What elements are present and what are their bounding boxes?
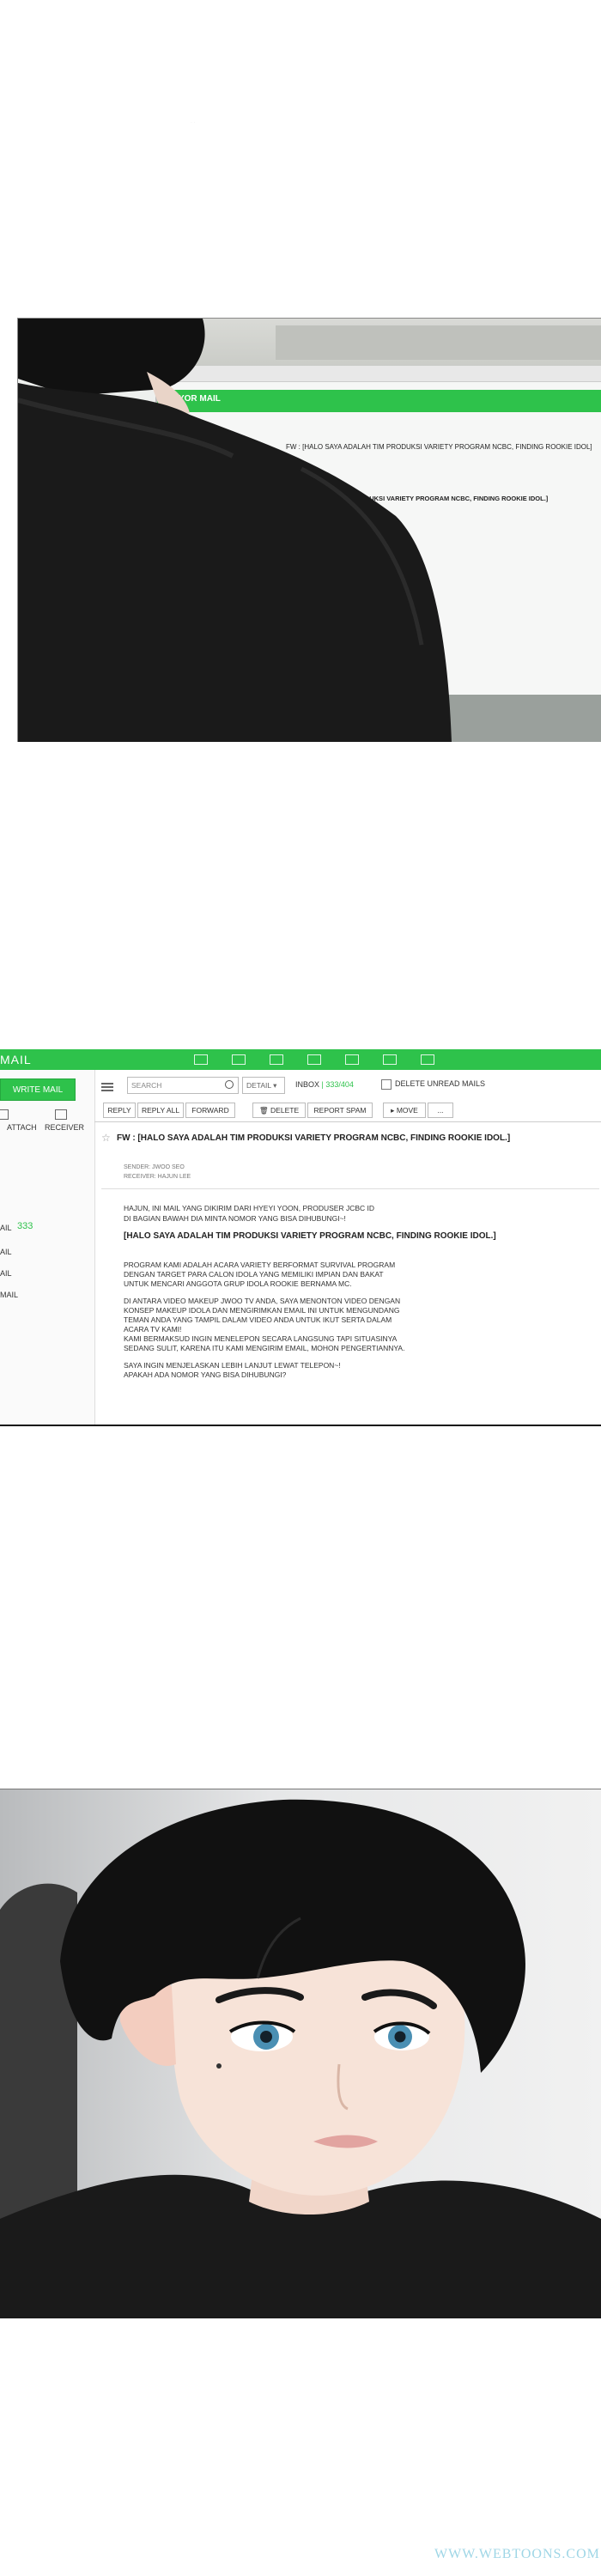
receiver-link[interactable]: RECEIVER: [45, 1123, 84, 1132]
email-body-line: ACARA TV KAMI!: [124, 1325, 182, 1334]
email-body-line: DI ANTARA VIDEO MAKEUP JWOO TV ANDA, SAY…: [124, 1297, 401, 1305]
folder-unread-count: 333: [17, 1221, 33, 1231]
search-input[interactable]: SEARCH: [127, 1077, 239, 1094]
mail-top-bar: MAIL: [0, 1049, 601, 1070]
email-body-line: UNTUK MENCARI ANGGOTA GRUP IDOLA ROOKIE …: [124, 1279, 352, 1288]
delete-label: DELETE: [270, 1106, 300, 1115]
email-body-title: [HALO SAYA ADALAH TIM PRODUKSI VARIETY P…: [124, 1231, 496, 1241]
folder-item[interactable]: AIL: [0, 1269, 12, 1278]
envelope-icon[interactable]: [194, 1054, 208, 1065]
webtoons-watermark: WWW.WEBTOONS.COM: [434, 2547, 600, 2561]
email-body-line: KAMI BERMAKSUD INGIN MENELEPON SECARA LA…: [124, 1334, 398, 1343]
calendar-icon[interactable]: [270, 1054, 283, 1065]
character-portrait-illustration: [0, 1799, 601, 2318]
reply-button[interactable]: REPLY: [103, 1103, 136, 1118]
email-sender: SENDER: JWOO SEO: [124, 1164, 185, 1170]
email-body-line: KONSEP MAKEUP IDOLA DAN MENGIRIMKAN EMAI…: [124, 1306, 400, 1315]
email-body-line: SAYA INGIN MENJELASKAN LEBIH LANJUT LEWA…: [124, 1361, 341, 1370]
cloud-icon[interactable]: [421, 1054, 434, 1065]
folder-item[interactable]: MAIL: [0, 1291, 18, 1299]
paperclip-icon[interactable]: [0, 1109, 9, 1120]
inbox-count: 333/404: [325, 1080, 354, 1089]
email-body-line: SEDANG SULIT, KARENA ITU KAMI MENGIRIM E…: [124, 1344, 405, 1352]
divider: [94, 1121, 601, 1122]
email-subject: FW : [HALO SAYA ADALAH TIM PRODUKSI VARI…: [117, 1133, 511, 1143]
inbox-label: INBOX: [295, 1080, 320, 1089]
detail-label: DETAIL: [246, 1081, 271, 1090]
report-spam-button[interactable]: REPORT SPAM: [307, 1103, 373, 1118]
trash-small-icon: 🗑: [258, 1106, 269, 1115]
memo-icon[interactable]: [345, 1054, 359, 1065]
email-body-line: PROGRAM KAMI ADALAH ACARA VARIETY BERFOR…: [124, 1261, 396, 1269]
divider: [101, 1188, 599, 1189]
write-mail-button[interactable]: WRITE MAIL: [0, 1078, 76, 1101]
panel-portrait: [0, 1789, 601, 2318]
star-icon[interactable]: ☆: [101, 1132, 111, 1144]
contact-card-icon[interactable]: [55, 1109, 67, 1120]
delete-button[interactable]: 🗑 DELETE: [252, 1103, 306, 1118]
email-body-line: DENGAN TARGET PARA CALON IDOLA YANG MEMI…: [124, 1270, 384, 1279]
email-body-line: TEMAN ANDA YANG TAMPIL DALAM VIDEO ANDA …: [124, 1315, 392, 1324]
folder-item[interactable]: AIL: [0, 1224, 12, 1232]
person-back-illustration: [18, 319, 452, 742]
email-intro-line: DI BAGIAN BAWAH DIA MINTA NOMOR YANG BIS…: [124, 1214, 346, 1223]
detail-dropdown[interactable]: DETAIL ▾: [242, 1077, 285, 1094]
move-button[interactable]: ▸ MOVE: [383, 1103, 426, 1118]
hamburger-menu-icon[interactable]: [101, 1081, 113, 1093]
email-body-line: APAKAH ADA NOMOR YANG BISA DIHUBUNGI?: [124, 1370, 287, 1379]
folder-item[interactable]: AIL: [0, 1248, 12, 1256]
move-label: MOVE: [396, 1106, 418, 1115]
panel-mail-client: MAIL WRITE MAIL ATTACH RECEIVER AIL 333 …: [0, 1049, 601, 1426]
delete-unread-button[interactable]: DELETE UNREAD MAILS: [395, 1079, 485, 1088]
panel-monitor-scene: SAYOR MAIL FW : [HALO SAYA ADALAH TIM PR…: [17, 318, 601, 742]
trash-icon[interactable]: [381, 1079, 392, 1090]
inbox-indicator[interactable]: INBOX | 333/404: [295, 1080, 354, 1089]
move-arrow-icon: ▸: [391, 1106, 395, 1115]
search-icon[interactable]: [225, 1080, 234, 1089]
forward-button[interactable]: FORWARD: [185, 1103, 235, 1118]
email-receiver: RECEIVER: HAJUN LEE: [124, 1174, 191, 1180]
address-book-icon[interactable]: [232, 1054, 246, 1065]
email-intro-line: HAJUN, INI MAIL YANG DIKIRIM DARI HYEYI …: [124, 1204, 375, 1212]
app-name: MAIL: [0, 1053, 32, 1066]
reply-all-button[interactable]: REPLY ALL: [137, 1103, 184, 1118]
more-button[interactable]: ...: [428, 1103, 453, 1118]
settings-icon[interactable]: [383, 1054, 397, 1065]
attach-link[interactable]: ATTACH: [7, 1123, 37, 1132]
folder-icon[interactable]: [307, 1054, 321, 1065]
faint-mark: · ·: [191, 120, 196, 125]
